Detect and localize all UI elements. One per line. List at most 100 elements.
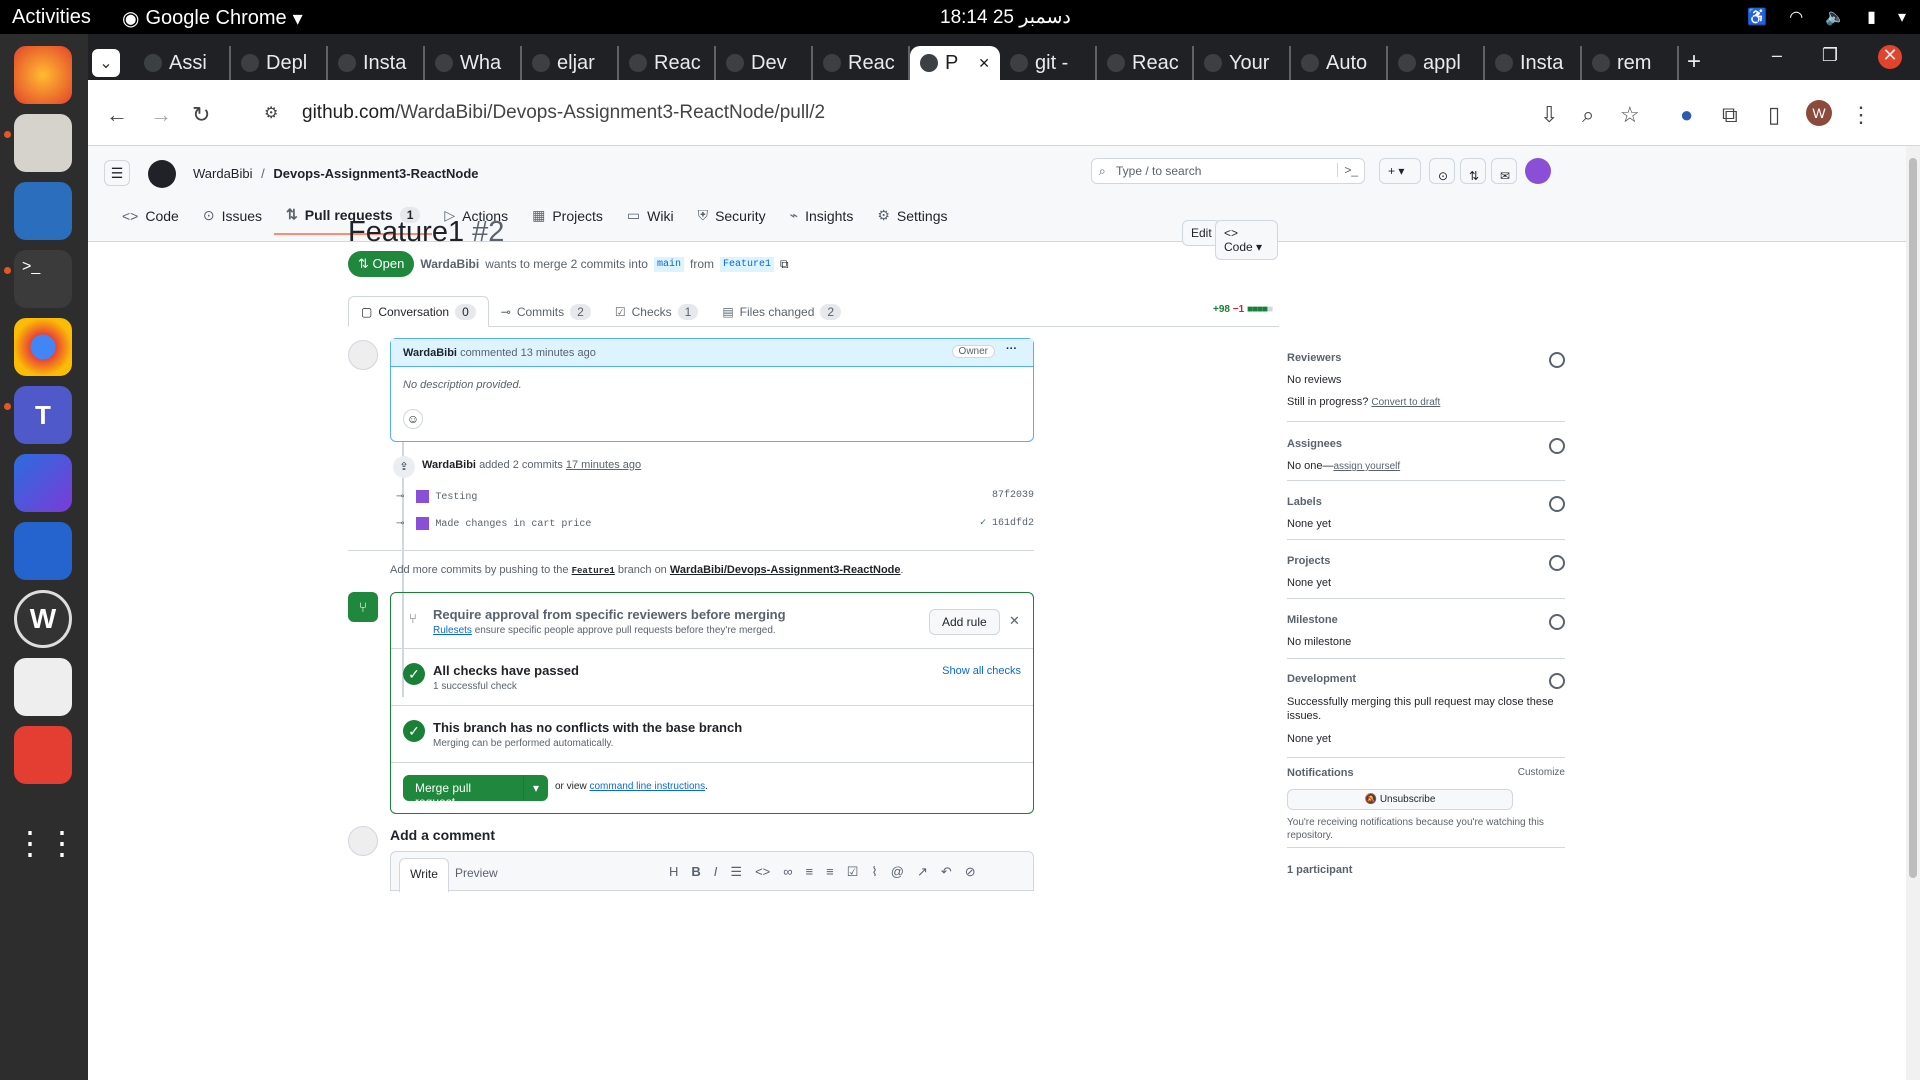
minimize-icon[interactable]: – [1772,45,1782,69]
browser-tab[interactable]: Dev [716,46,813,80]
numbered-list-icon[interactable]: ≡ [806,864,814,880]
customize-link[interactable]: Customize [1518,767,1565,778]
bullet-list-icon[interactable]: ≡ [826,864,834,880]
show-apps-icon[interactable]: ⋮⋮⋮ [14,824,110,882]
add-reaction-icon[interactable]: ☺ [403,409,423,429]
command-palette-icon[interactable]: >_ [1337,163,1358,177]
user-avatar[interactable] [1525,158,1551,184]
base-branch[interactable]: main [653,256,684,272]
side-panel-icon[interactable]: ▯ [1768,102,1780,128]
bold-icon[interactable]: B [691,864,700,880]
slash-command-icon[interactable]: ⊘ [965,864,976,880]
menu-kebab-icon[interactable]: ⋮ [1850,102,1872,128]
warp-icon[interactable]: W [14,590,72,648]
browser-tab[interactable]: rem [1582,46,1679,80]
zoom-icon[interactable]: ⌕ [1582,102,1594,128]
reference-icon[interactable]: ↗ [917,864,928,880]
close-icon[interactable]: ✕ [1009,613,1020,629]
comment-options-icon[interactable]: ··· [1006,343,1017,355]
italic-icon[interactable]: I [714,864,718,880]
task-list-icon[interactable]: ☑ [847,864,859,880]
attach-icon[interactable]: ⌇ [871,864,877,880]
repo-tab[interactable]: ▦ Projects [520,196,615,235]
gear-icon[interactable] [1549,352,1565,368]
browser-tab[interactable]: Assi [134,46,231,80]
pr-tab[interactable]: ☑ Checks 1 [603,296,710,327]
pr-tab[interactable]: ▤ Files changed 2 [710,296,853,327]
browser-tab[interactable]: appl [1388,46,1485,80]
commit-message-link[interactable]: Made changes in cart price [435,519,591,530]
close-icon[interactable]: ✕ [1878,45,1902,69]
create-new-button[interactable]: + ▾ [1379,158,1421,184]
terminal-icon[interactable]: >_ [14,250,72,308]
extension-icon[interactable]: ● [1680,102,1693,128]
repo-tab[interactable]: <> Code [110,196,191,235]
writer-icon[interactable] [14,182,72,240]
code-icon[interactable]: <> [755,864,770,880]
document-viewer-icon[interactable] [14,658,72,716]
chevron-down-icon[interactable]: ▾ [522,775,548,801]
add-rule-button[interactable]: Add rule [929,609,1000,635]
code-dropdown-button[interactable]: <> Code ▾ [1215,220,1278,260]
write-tab[interactable]: Write [399,858,449,892]
repo-tab[interactable]: ⛨ Security [686,196,778,235]
reload-icon[interactable]: ↻ [192,102,210,128]
bing-icon[interactable] [14,454,72,512]
browser-tab[interactable]: Reac [619,46,716,80]
gear-icon[interactable] [1549,555,1565,571]
activities-button[interactable]: Activities [12,6,91,29]
restore-icon[interactable]: ❐ [1822,45,1838,69]
pr-tab[interactable]: ▢ Conversation 0 [348,296,489,327]
anydesk-icon[interactable] [14,726,72,784]
repo-tab[interactable]: ⊙ Issues [191,196,274,235]
extensions-puzzle-icon[interactable]: ⧉ [1722,102,1738,128]
assign-yourself-link[interactable]: assign yourself [1333,461,1400,472]
heading-icon[interactable]: H [669,864,678,880]
repo-tab[interactable]: ▭ Wiki [615,196,686,235]
browser-tab[interactable]: Depl [231,46,328,80]
browser-tab[interactable]: Insta [328,46,425,80]
gear-icon[interactable] [1549,673,1565,689]
browser-tab[interactable]: git - [1000,46,1097,80]
address-bar[interactable]: ⚙ github.com/WardaBibi/Devops-Assignment… [242,90,1612,136]
show-all-checks-link[interactable]: Show all checks [942,665,1021,677]
files-icon[interactable] [14,114,72,172]
chrome-icon[interactable] [14,318,72,376]
undo-icon[interactable]: ↶ [941,864,952,880]
new-tab-button[interactable]: + [1687,48,1701,76]
browser-tab[interactable]: Reac [813,46,910,80]
pr-tab[interactable]: ⊸ Commits 2 [489,296,603,327]
browser-tab[interactable]: P ✕ [910,46,1000,80]
repo-tab[interactable]: ⌁ Insights [778,196,866,235]
avatar[interactable] [348,340,378,370]
tab-search-button[interactable]: ⌄ [92,49,120,77]
browser-tab[interactable]: Reac [1097,46,1194,80]
page-scrollbar[interactable] [1906,146,1920,1080]
todo-icon[interactable] [14,522,72,580]
comment-author-link[interactable]: WardaBibi [403,347,457,359]
browser-tab[interactable]: Insta [1485,46,1582,80]
browser-tab[interactable]: Your [1194,46,1291,80]
bookmark-star-icon[interactable]: ☆ [1620,102,1640,128]
app-menu[interactable]: ◉ Google Chrome ▾ [122,6,303,31]
install-icon[interactable]: ⇩ [1540,102,1558,128]
merge-pull-request-button[interactable]: Merge pull request ▾ [403,775,548,809]
close-icon[interactable]: ✕ [978,55,990,72]
clock[interactable]: 18:14 25 دسمبر [940,6,1071,29]
firefox-icon[interactable] [14,46,72,104]
back-icon[interactable]: ← [106,102,128,128]
gear-icon[interactable] [1549,496,1565,512]
copy-icon[interactable]: ⧉ [780,257,789,272]
issues-icon[interactable]: ⊙ [1429,158,1455,184]
pr-author-link[interactable]: WardaBibi [420,257,479,271]
search-input[interactable]: ⌕ Type / to search >_ [1091,158,1365,184]
system-tray[interactable]: ♿ ◠ 🔈 ▮ ▾ [1747,7,1906,27]
unsubscribe-button[interactable]: 🔕 Unsubscribe [1287,789,1513,810]
mention-icon[interactable]: @ [891,864,904,880]
head-branch[interactable]: Feature1 [719,256,774,272]
convert-to-draft-link[interactable]: Convert to draft [1371,397,1440,408]
commit-sha-link[interactable]: 87f2039 [992,490,1034,501]
teams-icon[interactable]: T [14,386,72,444]
profile-avatar[interactable]: W [1806,100,1832,126]
hamburger-menu-icon[interactable]: ☰ [104,160,130,186]
